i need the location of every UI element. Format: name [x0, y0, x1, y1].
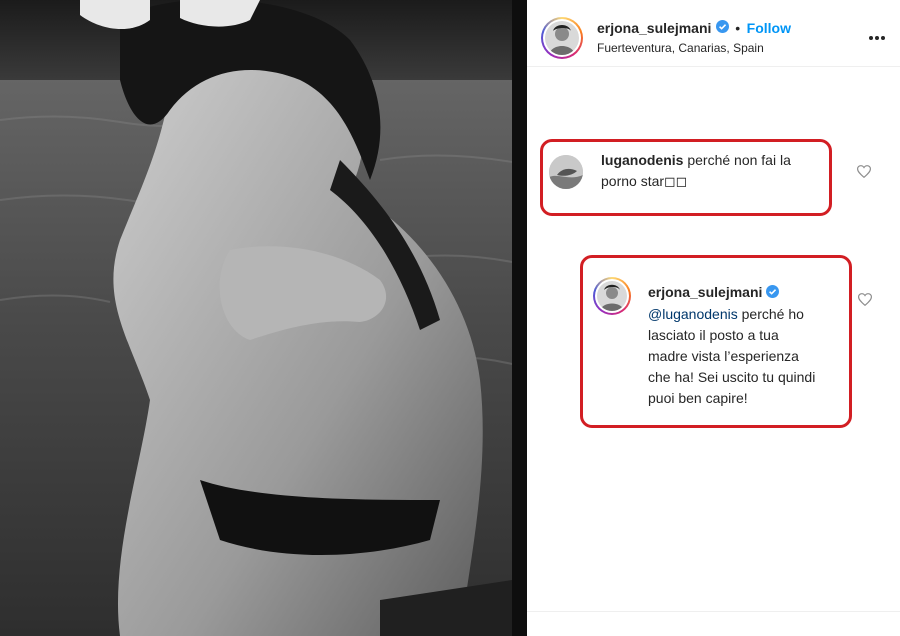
post-photo[interactable]: [0, 0, 512, 636]
photo-image: [0, 0, 512, 636]
comment-like-heart-icon[interactable]: [856, 165, 872, 183]
post-header: erjona_sulejmani • Follow Fuerteventura,…: [527, 0, 900, 67]
panel-divider: [527, 611, 900, 612]
highlight-box-comment: [540, 139, 832, 216]
separator-dot: •: [735, 20, 741, 37]
post-location[interactable]: Fuerteventura, Canarias, Spain: [597, 41, 764, 55]
verified-badge-icon: [715, 20, 729, 38]
highlight-box-reply: [580, 255, 852, 428]
more-dots-icon[interactable]: [868, 28, 886, 46]
post-side-panel: erjona_sulejmani • Follow Fuerteventura,…: [527, 0, 900, 636]
reply-like-heart-icon[interactable]: [857, 293, 873, 311]
author-username[interactable]: erjona_sulejmani: [597, 20, 711, 36]
follow-button[interactable]: Follow: [747, 20, 791, 36]
author-avatar[interactable]: [541, 17, 583, 59]
photo-panel-gap: [512, 0, 527, 636]
